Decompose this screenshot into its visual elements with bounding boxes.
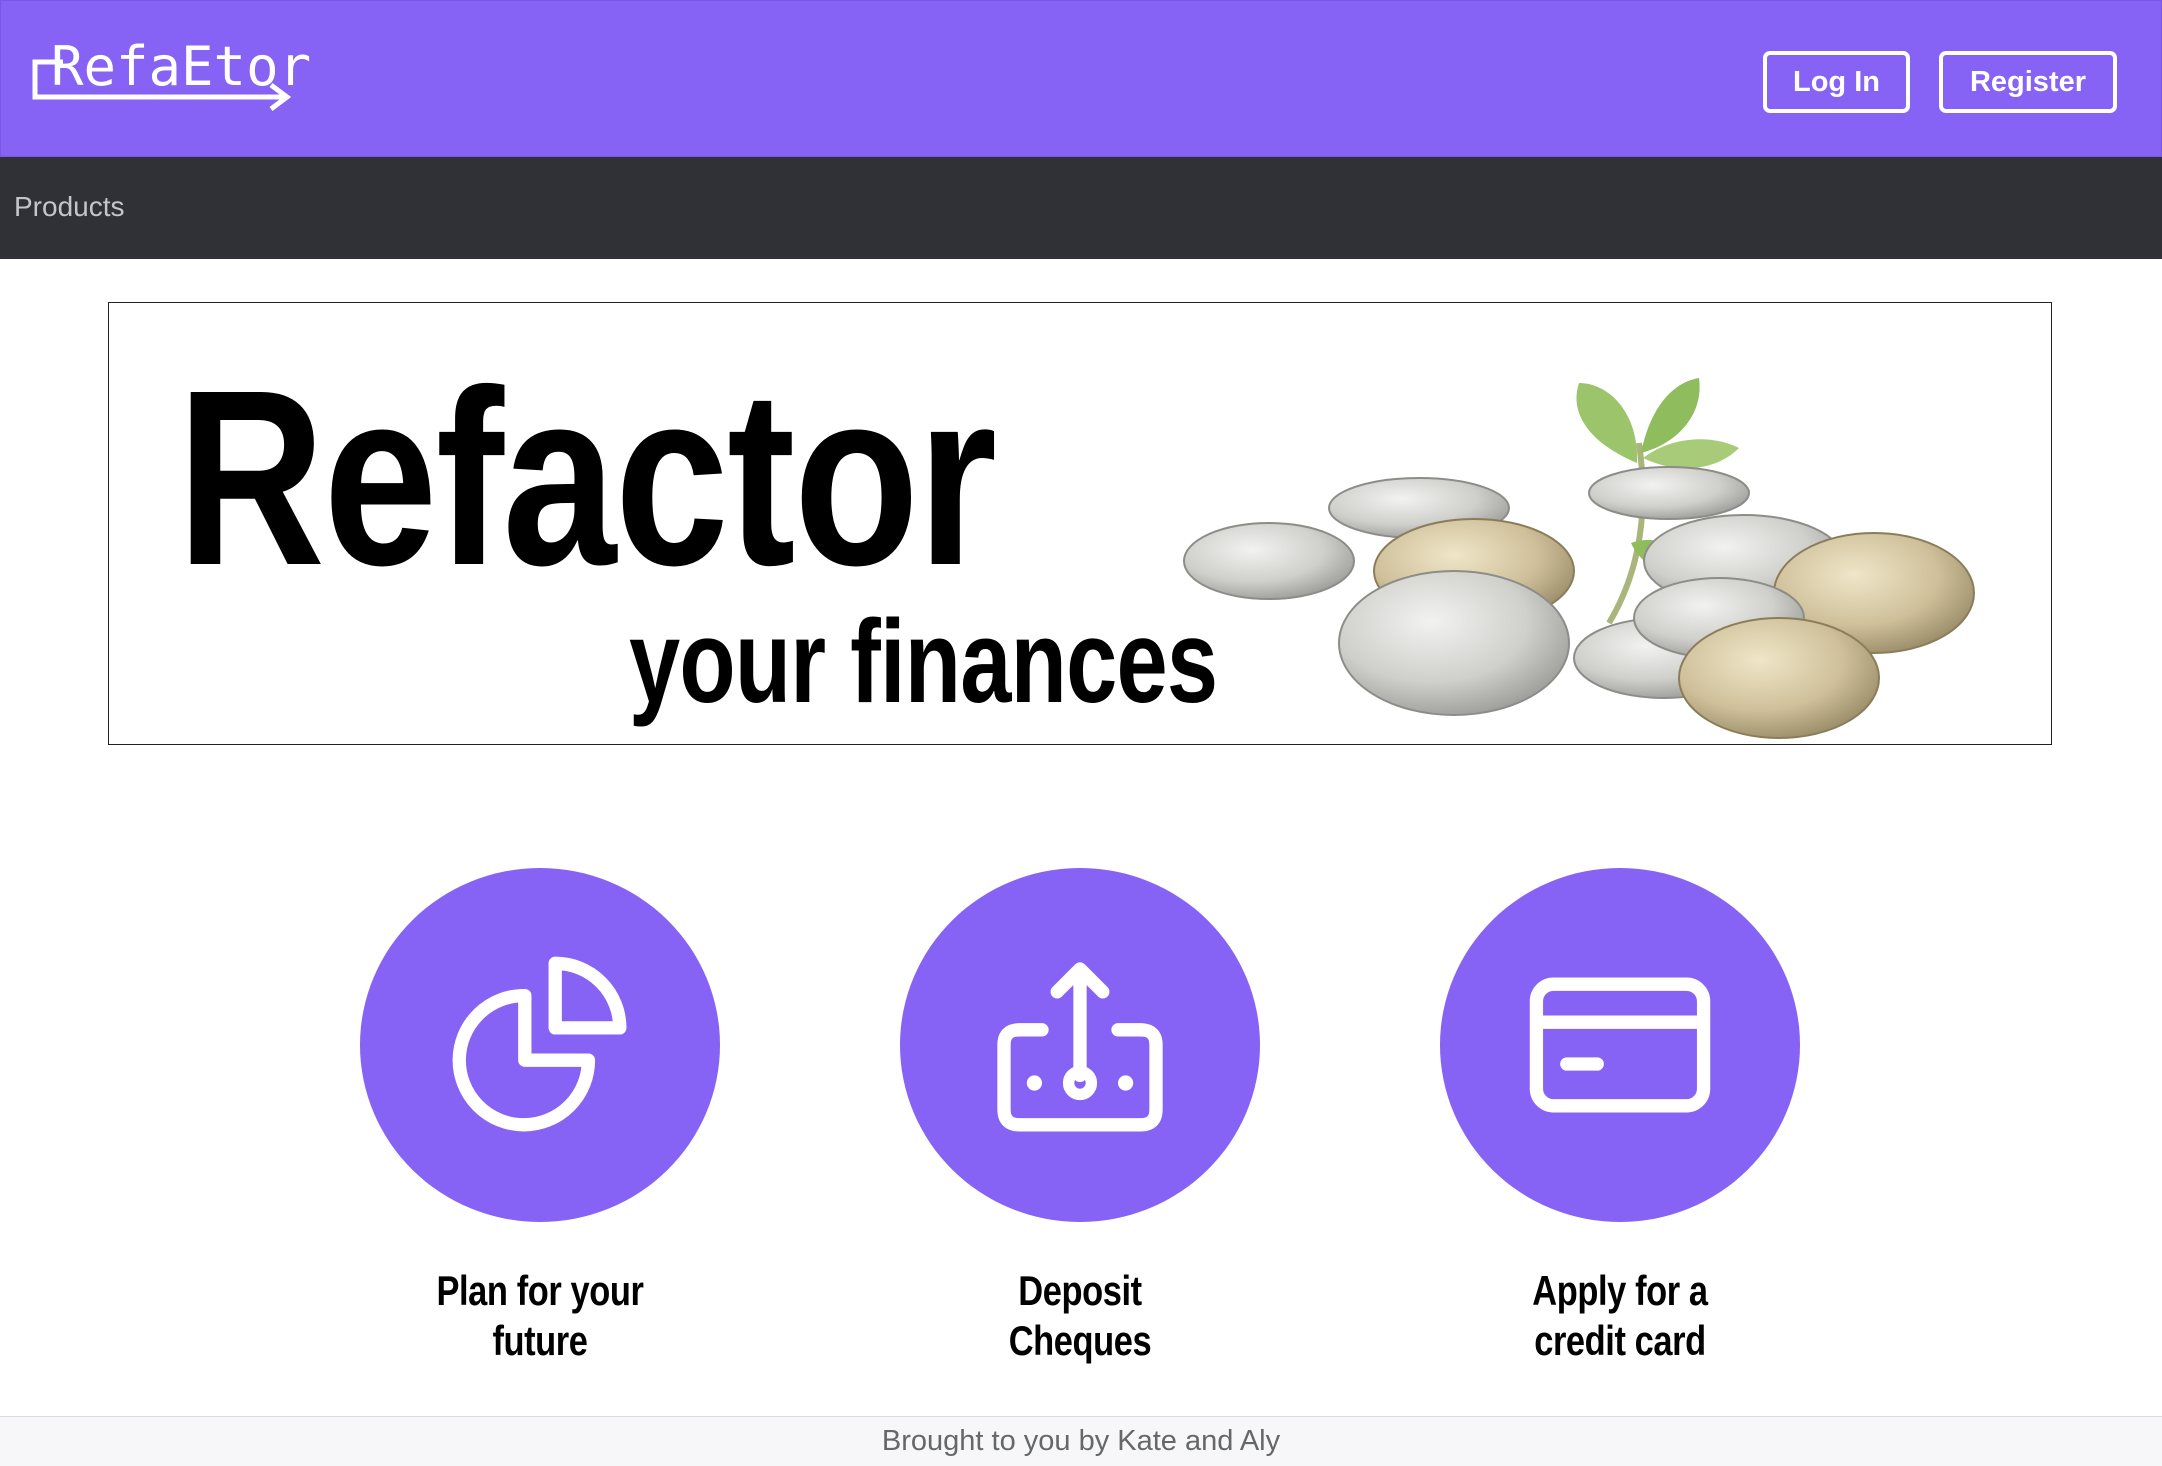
brand-logo[interactable]: RefaEtor <box>29 35 391 125</box>
site-header: RefaEtor Log In Register <box>0 0 2162 157</box>
brand-wordmark: RefaEtor <box>51 35 311 98</box>
credit-card-line1: Apply for a <box>1532 1267 1708 1314</box>
money-upload-icon <box>997 962 1163 1132</box>
banner-title: Refactor <box>177 338 997 617</box>
hero-banner: Refactor your finances <box>108 302 2052 745</box>
login-button[interactable]: Log In <box>1763 51 1910 113</box>
credit-card-label: Apply for a credit card <box>1472 1266 1767 1366</box>
deposit-cheques-button[interactable] <box>900 868 1260 1222</box>
feature-plan-future: Plan for your future <box>360 868 720 1366</box>
register-button[interactable]: Register <box>1939 51 2117 113</box>
credit-card-icon <box>1529 977 1711 1113</box>
credit-card-button[interactable] <box>1440 868 1800 1222</box>
site-footer: Brought to you by Kate and Aly <box>0 1416 2162 1466</box>
deposit-cheques-line1: Deposit <box>1018 1267 1142 1314</box>
plan-future-line2: future <box>492 1317 588 1364</box>
feature-credit-card: Apply for a credit card <box>1440 868 1800 1366</box>
main-navbar: Products <box>0 157 2162 259</box>
nav-item-products[interactable]: Products <box>14 191 125 223</box>
feature-deposit-cheques: Deposit Cheques <box>900 868 1260 1366</box>
credit-card-line2: credit card <box>1534 1317 1706 1364</box>
pie-chart-icon <box>452 956 627 1132</box>
plan-future-label: Plan for your future <box>392 1266 687 1366</box>
plan-future-line1: Plan for your <box>436 1267 644 1314</box>
coins-sprout-image <box>1183 378 1975 739</box>
deposit-cheques-label: Deposit Cheques <box>932 1266 1227 1366</box>
deposit-cheques-line2: Cheques <box>1008 1317 1152 1364</box>
footer-credit-text: Brought to you by Kate and Aly <box>881 1425 1281 1457</box>
banner-subtitle: your finances <box>629 596 1218 728</box>
plan-future-button[interactable] <box>360 868 720 1222</box>
